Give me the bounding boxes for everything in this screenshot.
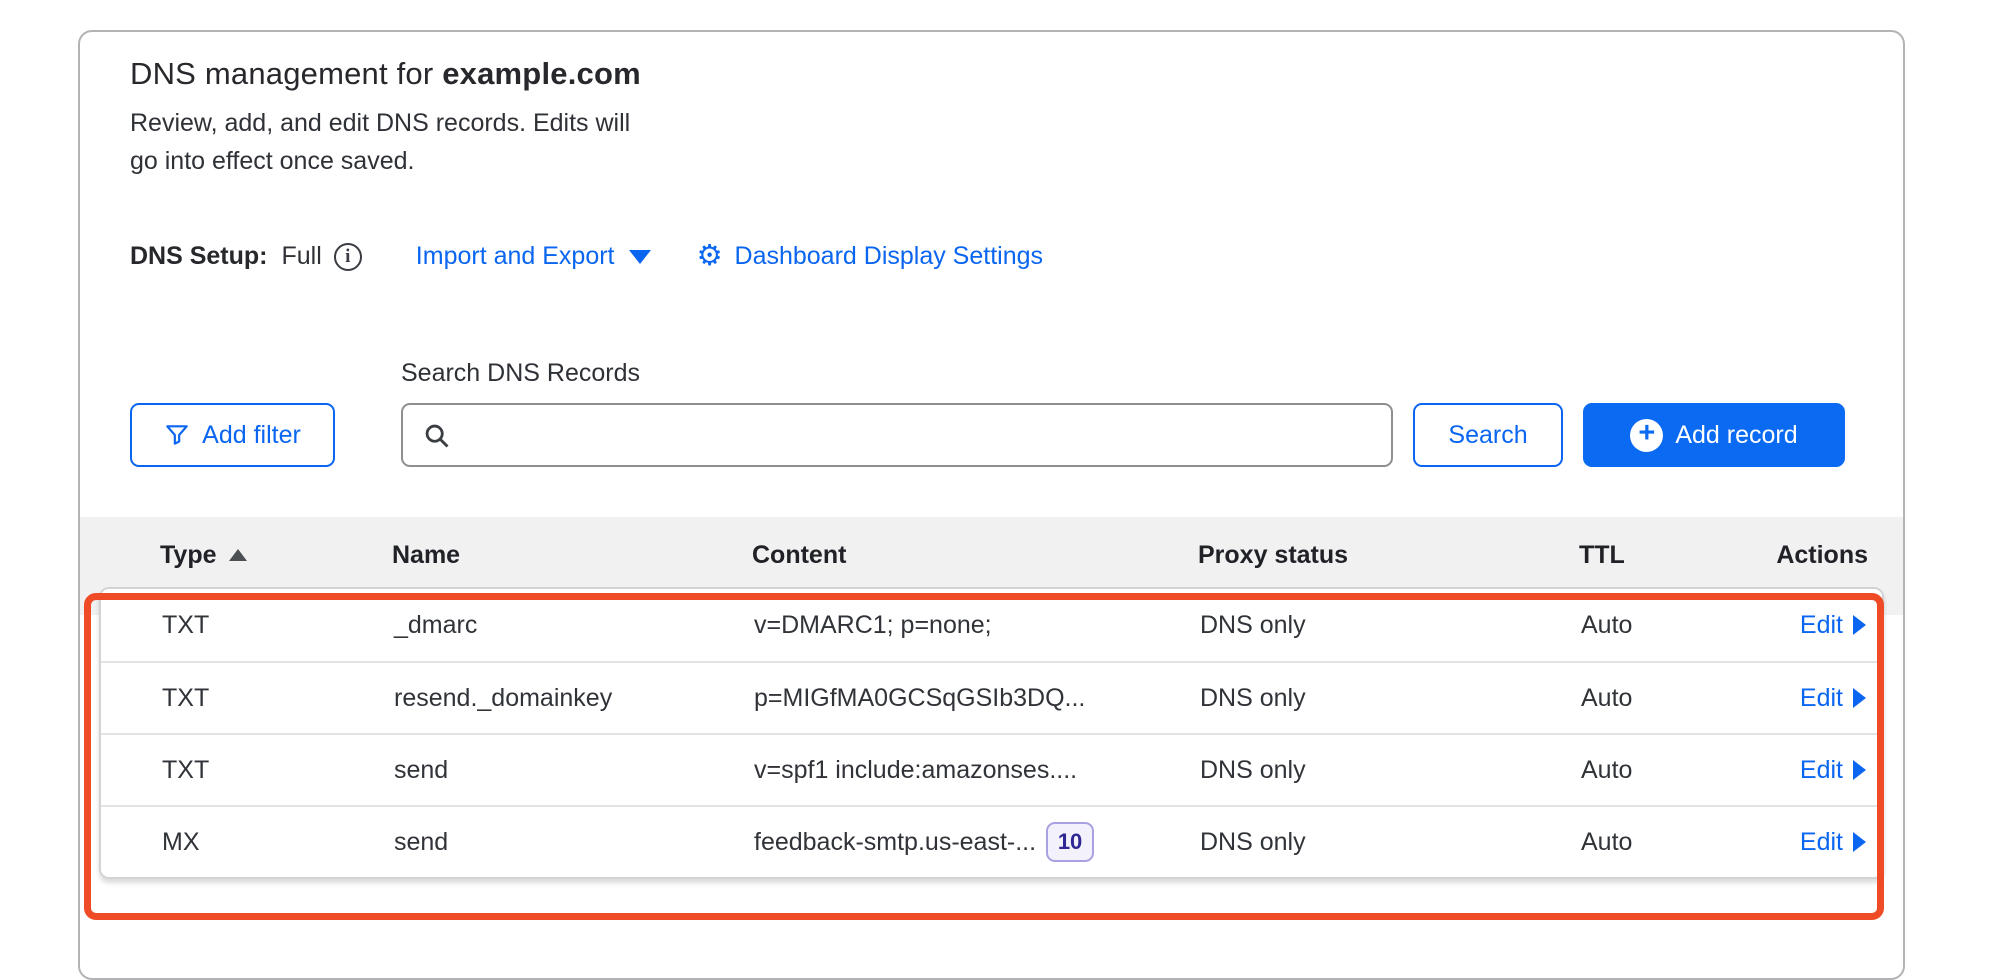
cell-type: TXT bbox=[162, 756, 394, 785]
plus-circle-icon: + bbox=[1630, 419, 1663, 452]
edit-record-link[interactable]: Edit bbox=[1800, 684, 1866, 713]
table-body: TXT _dmarc v=DMARC1; p=none; DNS only Au… bbox=[99, 587, 1884, 879]
chevron-right-icon bbox=[1853, 615, 1866, 635]
sort-ascending-icon bbox=[229, 549, 247, 561]
column-header-actions: Actions bbox=[1776, 541, 1868, 570]
cell-name: send bbox=[394, 756, 754, 785]
add-record-button[interactable]: + Add record bbox=[1583, 403, 1845, 467]
dns-toolbar: Add filter Search DNS Records Search + bbox=[130, 359, 1845, 467]
gear-icon: ⚙ bbox=[697, 242, 723, 271]
record-content-text: feedback-smtp.us-east-... bbox=[754, 828, 1036, 857]
cell-proxy-status: DNS only bbox=[1200, 611, 1581, 640]
search-icon bbox=[423, 422, 451, 450]
column-header-content[interactable]: Content bbox=[752, 541, 1198, 570]
search-field-group: Search DNS Records bbox=[401, 359, 1393, 467]
cell-type: MX bbox=[162, 828, 394, 857]
table-row: TXT resend._domainkey p=MIGfMA0GCSqGSIb3… bbox=[101, 661, 1882, 733]
cell-name: send bbox=[394, 828, 754, 857]
dns-setup-label: DNS Setup: bbox=[130, 242, 268, 271]
dns-setup-value: Full bbox=[282, 242, 322, 271]
record-content-text: v=spf1 include:amazonses.... bbox=[754, 756, 1077, 785]
cell-proxy-status: DNS only bbox=[1200, 684, 1581, 713]
edit-link-label: Edit bbox=[1800, 756, 1843, 785]
table-row: MX send feedback-smtp.us-east-... 10 DNS… bbox=[101, 805, 1882, 877]
cell-ttl: Auto bbox=[1581, 756, 1771, 785]
filter-funnel-icon bbox=[164, 422, 190, 448]
column-header-ttl[interactable]: TTL bbox=[1579, 541, 1769, 570]
search-button[interactable]: Search bbox=[1413, 403, 1563, 467]
info-circle-icon[interactable]: i bbox=[334, 243, 362, 271]
search-label: Search DNS Records bbox=[401, 359, 1393, 388]
domain-name: example.com bbox=[442, 56, 641, 91]
edit-record-link[interactable]: Edit bbox=[1800, 611, 1866, 640]
search-box[interactable] bbox=[401, 403, 1393, 467]
search-input[interactable] bbox=[467, 421, 1299, 449]
edit-link-label: Edit bbox=[1800, 611, 1843, 640]
column-header-proxy-status[interactable]: Proxy status bbox=[1198, 541, 1579, 570]
add-filter-button[interactable]: Add filter bbox=[130, 403, 335, 467]
cell-name: _dmarc bbox=[394, 611, 754, 640]
cell-type: TXT bbox=[162, 684, 394, 713]
dns-setup-row: DNS Setup: Full i Import and Export ⚙ Da… bbox=[130, 242, 1845, 271]
chevron-right-icon bbox=[1853, 688, 1866, 708]
cell-content: feedback-smtp.us-east-... 10 bbox=[754, 822, 1200, 862]
cell-ttl: Auto bbox=[1581, 611, 1771, 640]
page-description: Review, add, and edit DNS records. Edits… bbox=[130, 104, 660, 180]
dns-management-card: DNS management for example.com Review, a… bbox=[78, 30, 1905, 980]
column-header-type[interactable]: Type bbox=[160, 541, 392, 570]
priority-badge: 10 bbox=[1046, 822, 1094, 862]
edit-record-link[interactable]: Edit bbox=[1800, 828, 1866, 857]
record-content-text: p=MIGfMA0GCSqGSIb3DQ... bbox=[754, 684, 1085, 713]
cell-content: v=spf1 include:amazonses.... bbox=[754, 756, 1200, 785]
cell-type: TXT bbox=[162, 611, 394, 640]
column-header-name[interactable]: Name bbox=[392, 541, 752, 570]
edit-record-link[interactable]: Edit bbox=[1800, 756, 1866, 785]
import-export-link[interactable]: Import and Export bbox=[416, 242, 651, 271]
edit-link-label: Edit bbox=[1800, 828, 1843, 857]
cell-proxy-status: DNS only bbox=[1200, 756, 1581, 785]
chevron-down-icon bbox=[629, 250, 651, 264]
cell-ttl: Auto bbox=[1581, 684, 1771, 713]
table-row: TXT send v=spf1 include:amazonses.... DN… bbox=[101, 733, 1882, 805]
cell-name: resend._domainkey bbox=[394, 684, 754, 713]
page-title: DNS management for example.com bbox=[130, 56, 1845, 92]
chevron-right-icon bbox=[1853, 760, 1866, 780]
cell-ttl: Auto bbox=[1581, 828, 1771, 857]
chevron-right-icon bbox=[1853, 832, 1866, 852]
record-content-text: v=DMARC1; p=none; bbox=[754, 611, 992, 640]
cell-content: p=MIGfMA0GCSqGSIb3DQ... bbox=[754, 684, 1200, 713]
dashboard-display-settings-link[interactable]: ⚙ Dashboard Display Settings bbox=[697, 242, 1044, 271]
table-row: TXT _dmarc v=DMARC1; p=none; DNS only Au… bbox=[101, 589, 1882, 661]
cell-proxy-status: DNS only bbox=[1200, 828, 1581, 857]
edit-link-label: Edit bbox=[1800, 684, 1843, 713]
cell-content: v=DMARC1; p=none; bbox=[754, 611, 1200, 640]
